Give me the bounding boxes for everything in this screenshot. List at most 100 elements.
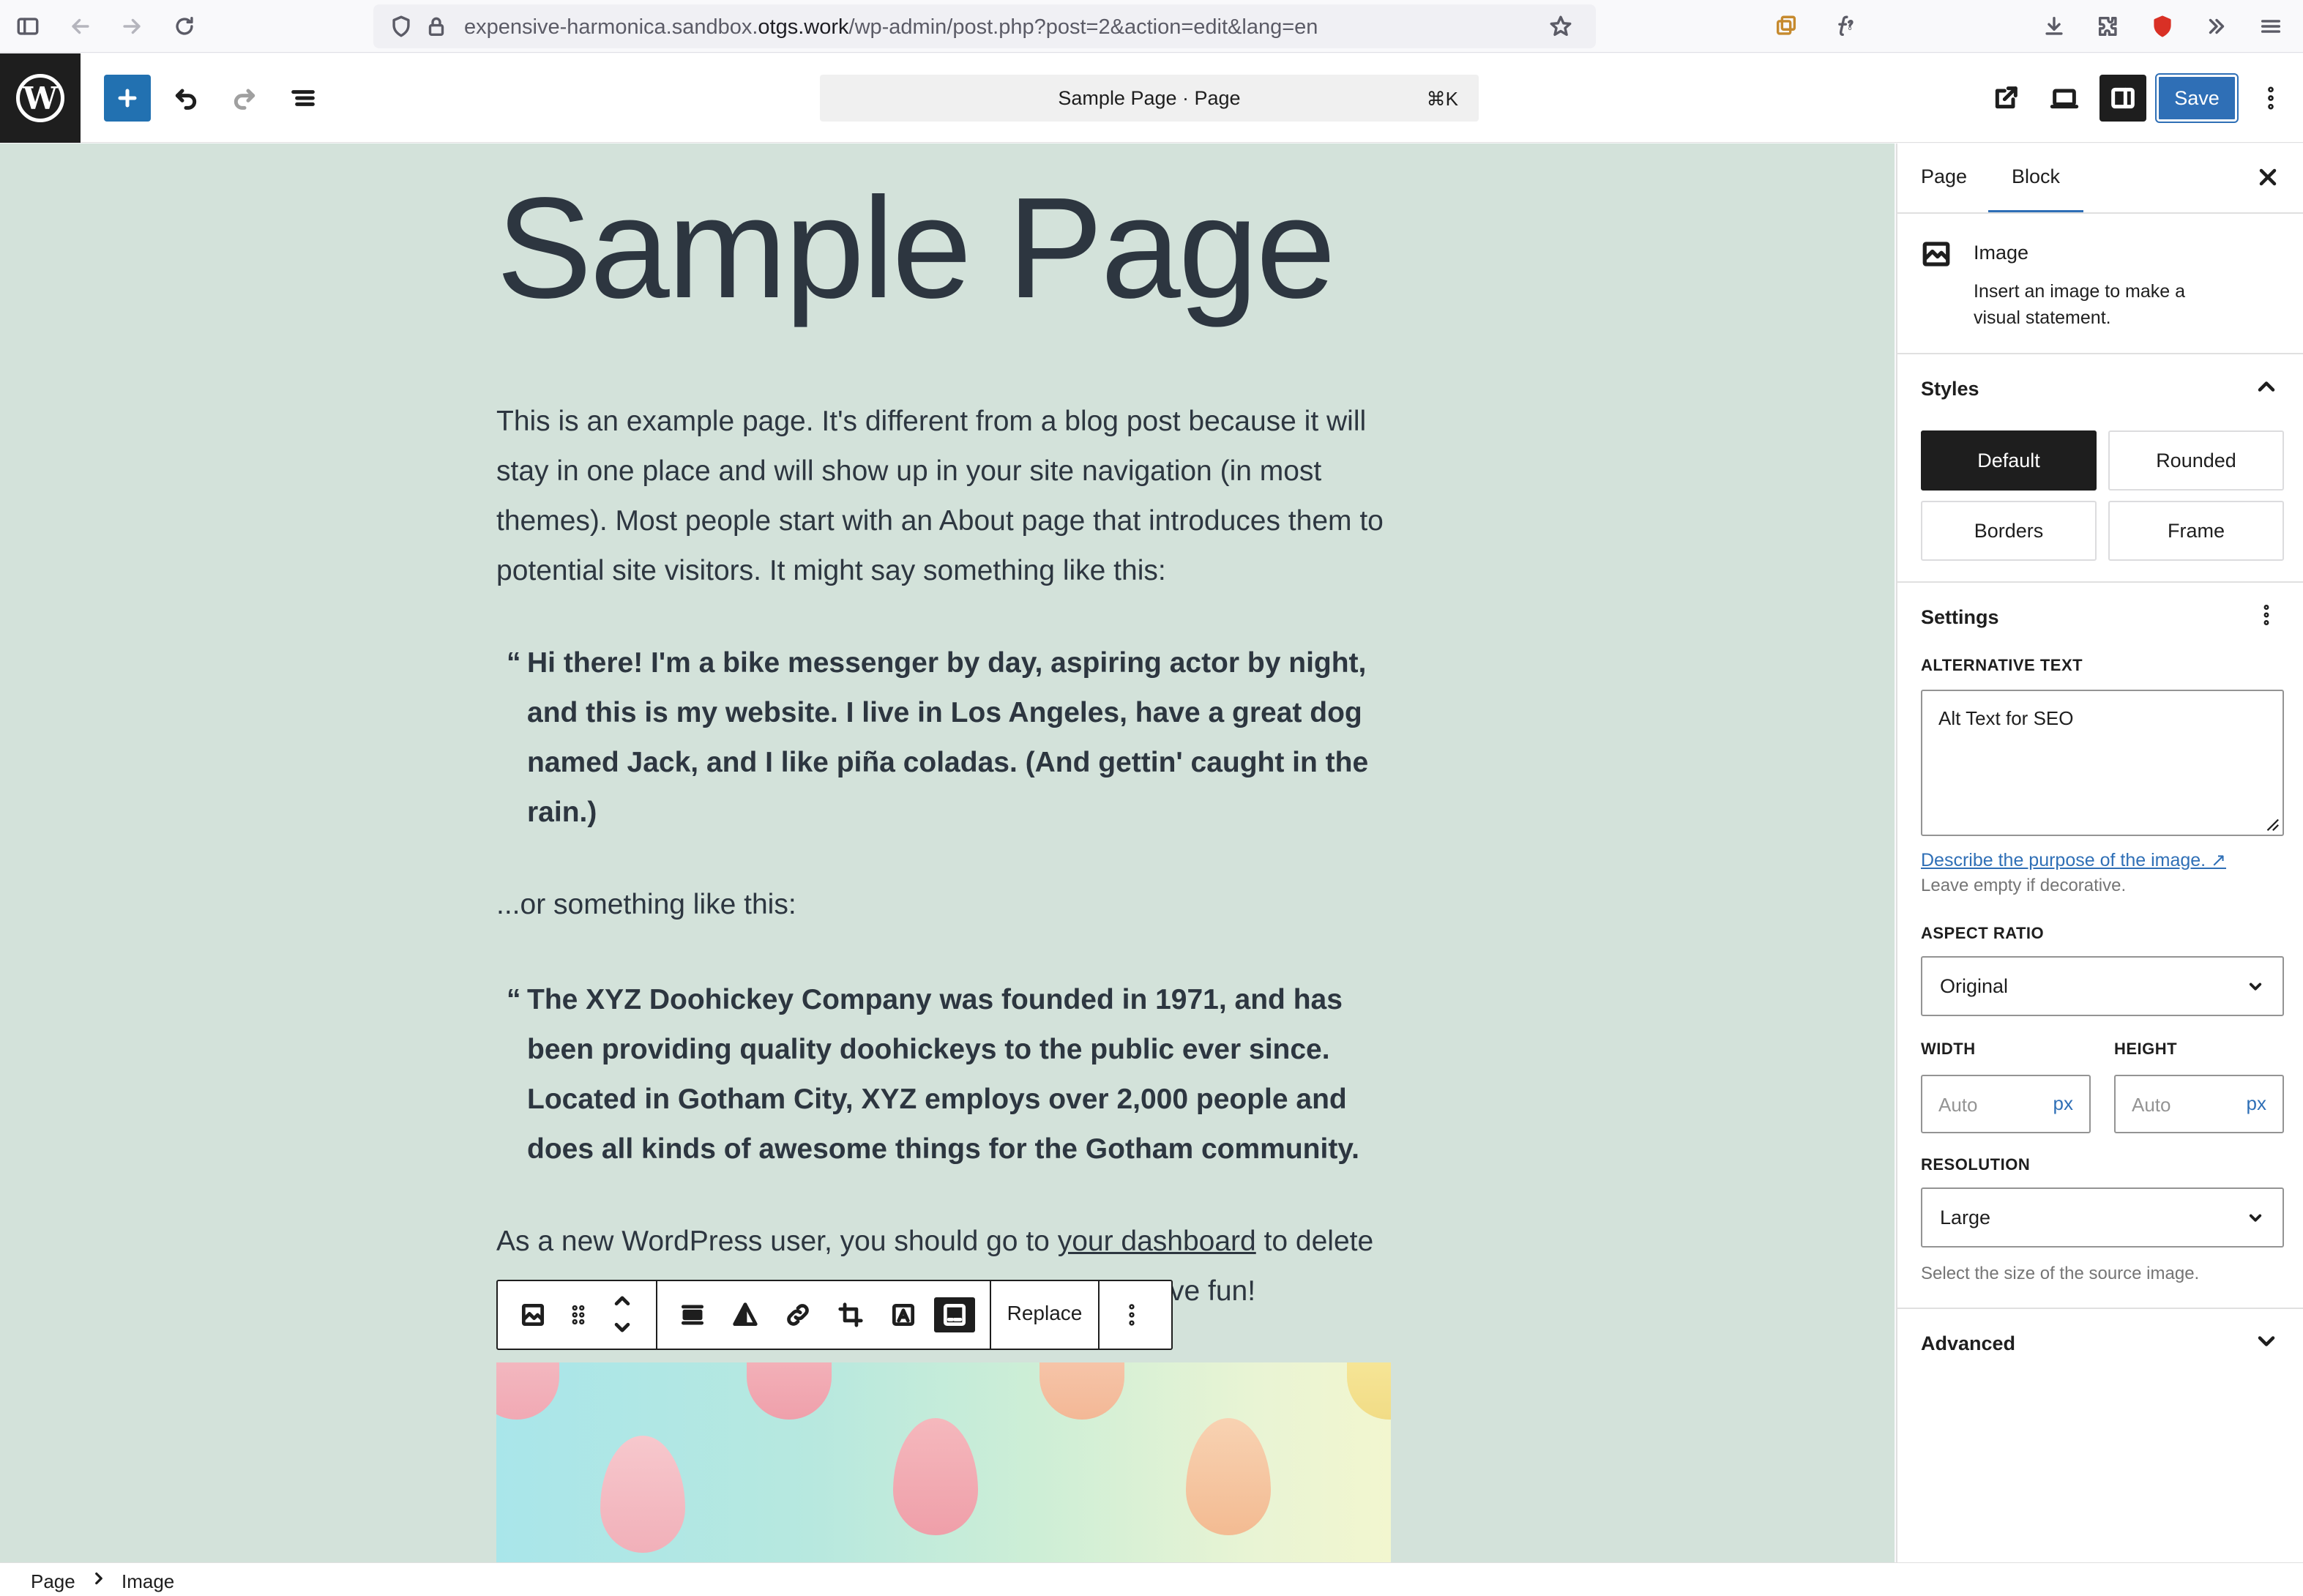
insert-link-button[interactable]	[777, 1297, 818, 1332]
tracking-shield-icon[interactable]	[385, 10, 417, 42]
paragraph-middle[interactable]: ...or something like this:	[496, 880, 1397, 930]
advanced-panel-title[interactable]: Advanced	[1921, 1332, 2015, 1355]
block-inserter-button[interactable]	[104, 75, 151, 122]
settings-sidebar: Page Block Image Insert an image to make…	[1896, 143, 2303, 1562]
quote-text[interactable]: Hi there! I'm a bike messenger by day, a…	[527, 638, 1406, 838]
chevron-down-icon	[2244, 1207, 2268, 1230]
url-text[interactable]: expensive-harmonica.sandbox.otgs.work/wp…	[464, 15, 1318, 40]
alt-text-field[interactable]: Alt Text for SEO	[1921, 690, 2284, 836]
settings-sidebar-toggle[interactable]	[2099, 75, 2146, 122]
command-palette-bar[interactable]: Sample Page · Page ⌘K	[820, 75, 1479, 122]
block-card-description: Insert an image to make a visual stateme…	[1974, 281, 2186, 328]
width-unit-select[interactable]: px	[2053, 1092, 2073, 1115]
text-over-image-button[interactable]	[883, 1297, 924, 1332]
close-icon	[2259, 168, 2277, 186]
breadcrumb-page[interactable]: Page	[31, 1570, 75, 1593]
address-bar[interactable]: expensive-harmonica.sandbox.otgs.work/wp…	[373, 4, 1596, 48]
vertical-ellipsis-icon	[1129, 1304, 1135, 1326]
drag-dots-icon	[572, 1305, 585, 1325]
resize-grip-icon[interactable]	[2263, 816, 2280, 832]
chevron-down-icon	[2258, 1336, 2275, 1346]
redo-button[interactable]	[221, 75, 268, 122]
sidebar-icon	[2111, 87, 2135, 109]
height-label: HEIGHT	[2114, 1040, 2178, 1058]
caption-button[interactable]	[934, 1297, 975, 1332]
options-button[interactable]	[2247, 75, 2294, 122]
hamburger-menu-icon[interactable]	[2255, 10, 2287, 42]
vertical-ellipsis-icon	[2263, 605, 2269, 625]
height-unit-select[interactable]: px	[2247, 1092, 2266, 1115]
width-input[interactable]: Auto px	[1921, 1075, 2091, 1133]
post-title[interactable]: Sample Page	[496, 165, 1336, 330]
tab-block[interactable]: Block	[2012, 165, 2060, 188]
raindrop-shape	[1347, 1362, 1391, 1420]
style-borders-button[interactable]: Borders	[1921, 501, 2097, 561]
block-card-title: Image	[1974, 242, 2029, 264]
image-icon	[1921, 239, 1952, 269]
replace-button[interactable]: Replace	[991, 1302, 1098, 1325]
styles-panel-toggle[interactable]	[2253, 373, 2283, 403]
bookmark-star-icon[interactable]	[1545, 10, 1577, 42]
height-input[interactable]: Auto px	[2114, 1075, 2284, 1133]
undo-button[interactable]	[163, 75, 209, 122]
outro-text-start: As a new WordPress user, you should go t…	[496, 1226, 1058, 1257]
duotone-filter-button[interactable]	[725, 1297, 766, 1332]
raindrop-shape	[893, 1418, 978, 1535]
ublock-shield-icon[interactable]	[2146, 10, 2179, 42]
move-down-button[interactable]	[602, 1315, 643, 1341]
dashboard-link[interactable]: your dashboard	[1058, 1226, 1256, 1257]
chevron-right-icon	[89, 1569, 110, 1589]
downloads-icon[interactable]	[2038, 10, 2070, 42]
preview-device-button[interactable]	[2041, 75, 2088, 122]
block-options-button[interactable]	[1111, 1297, 1152, 1332]
paragraph-intro[interactable]: This is an example page. It's different …	[496, 397, 1397, 596]
quote-text[interactable]: The XYZ Doohickey Company was founded in…	[527, 975, 1406, 1174]
reload-icon[interactable]	[168, 10, 201, 42]
styles-panel-title[interactable]: Styles	[1921, 378, 1979, 400]
block-type-image-button[interactable]	[512, 1297, 553, 1332]
divider	[1897, 212, 2303, 214]
move-up-button[interactable]	[602, 1287, 643, 1313]
alt-text-help-link[interactable]: Describe the purpose of the image. ↗	[1921, 849, 2226, 871]
more-tools-chevrons-icon[interactable]	[2201, 10, 2233, 42]
toolbar-group-tools	[657, 1281, 991, 1349]
aspect-ratio-select[interactable]: Original	[1921, 956, 2284, 1016]
resolution-label: RESOLUTION	[1921, 1155, 2031, 1174]
save-button[interactable]: Save	[2155, 73, 2239, 123]
chevron-up-icon	[614, 1296, 630, 1306]
style-rounded-button[interactable]: Rounded	[2108, 430, 2284, 491]
document-title[interactable]: Sample Page · Page	[820, 87, 1479, 110]
image-block[interactable]	[496, 1362, 1391, 1562]
alt-text-value: Alt Text for SEO	[1938, 707, 2074, 729]
divider	[1897, 1308, 2303, 1309]
browser-toolbar: expensive-harmonica.sandbox.otgs.work/wp…	[0, 0, 2303, 53]
crop-button[interactable]	[830, 1297, 871, 1332]
drag-handle[interactable]	[558, 1297, 599, 1332]
back-icon[interactable]	[64, 10, 97, 42]
image-icon	[521, 1303, 545, 1327]
document-overview-button[interactable]	[280, 75, 326, 122]
divider	[1897, 353, 2303, 354]
style-frame-button[interactable]: Frame	[2108, 501, 2284, 561]
raindrop-shape	[1039, 1362, 1124, 1420]
settings-options-button[interactable]	[2253, 602, 2283, 631]
wordpress-logo-button[interactable]: W	[0, 53, 81, 143]
align-button[interactable]	[672, 1297, 713, 1332]
resolution-select[interactable]: Large	[1921, 1187, 2284, 1248]
sidebar-toggle-icon[interactable]	[12, 10, 44, 42]
advanced-panel-toggle[interactable]	[2253, 1328, 2283, 1357]
view-page-button[interactable]	[1982, 75, 2029, 122]
function-extension-icon[interactable]	[1829, 10, 1861, 42]
link-icon	[787, 1304, 809, 1326]
translate-extension-icon[interactable]	[1770, 10, 1802, 42]
extensions-puzzle-icon[interactable]	[2092, 10, 2124, 42]
desktop-icon	[2050, 89, 2079, 109]
style-default-button[interactable]: Default	[1921, 430, 2097, 491]
close-sidebar-button[interactable]	[2255, 164, 2284, 193]
lock-icon[interactable]	[420, 10, 452, 42]
crop-icon	[838, 1302, 863, 1327]
caption-icon	[943, 1303, 966, 1327]
outro-text-end: to delete	[1255, 1226, 1374, 1257]
forward-icon[interactable]	[116, 10, 148, 42]
tab-page[interactable]: Page	[1921, 165, 1967, 188]
